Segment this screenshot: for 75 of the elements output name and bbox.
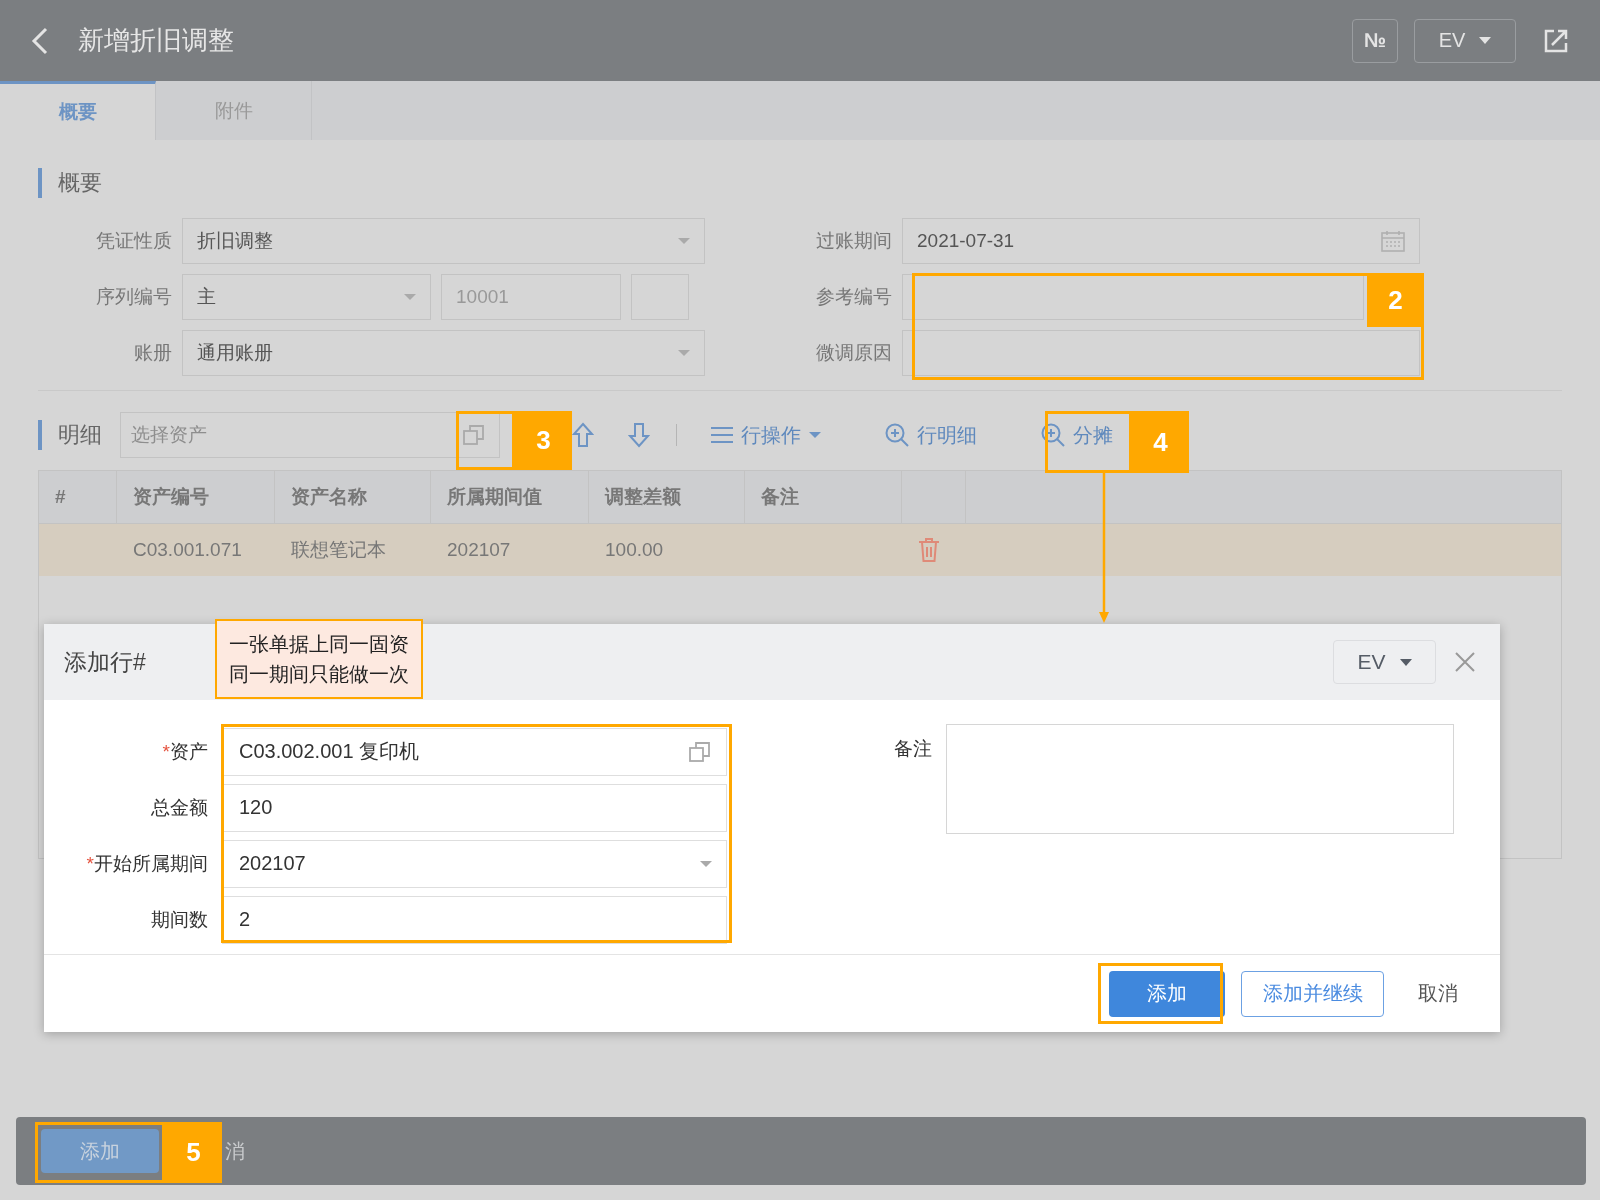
field-label: 账册 bbox=[133, 341, 172, 365]
arrow-up-icon[interactable] bbox=[572, 422, 594, 448]
column-header: 备注 bbox=[745, 471, 902, 523]
date-field[interactable]: 2021-07-31 bbox=[902, 218, 1420, 264]
field-label: 参考编号 bbox=[815, 285, 892, 309]
caret-icon bbox=[404, 294, 416, 300]
copy-icon[interactable] bbox=[688, 739, 712, 764]
column-header: 调整差额 bbox=[589, 471, 745, 523]
field-label: 过账期间 bbox=[815, 229, 892, 253]
calendar-icon[interactable] bbox=[1381, 230, 1405, 252]
column-header: 资产名称 bbox=[275, 471, 431, 523]
caret-icon bbox=[809, 432, 821, 438]
caret-icon bbox=[1479, 37, 1492, 44]
caret-icon bbox=[678, 350, 690, 356]
select-field[interactable]: 通用账册 bbox=[182, 330, 705, 376]
number-field: 10001 bbox=[441, 274, 621, 320]
row-actions-menu[interactable]: 行操作 bbox=[711, 421, 821, 449]
column-header: 所属期间值 bbox=[431, 471, 589, 523]
add-button[interactable]: 添加 bbox=[1109, 970, 1225, 1017]
section-heading: 概要 bbox=[38, 168, 102, 198]
number-button[interactable]: № bbox=[1352, 18, 1398, 63]
close-icon[interactable] bbox=[1454, 651, 1476, 673]
field-label: *资产 bbox=[161, 739, 208, 764]
table-cell-text: C03.001.071 bbox=[132, 538, 243, 562]
add-and-continue-button[interactable]: 添加并继续 bbox=[1241, 970, 1384, 1017]
field-label: *开始所属期间 bbox=[85, 851, 208, 876]
input-field[interactable]: C03.002.001 复印机 bbox=[222, 727, 727, 776]
note-field[interactable] bbox=[946, 724, 1454, 834]
input-field[interactable]: 120 bbox=[222, 783, 727, 832]
menu-icon bbox=[711, 426, 733, 444]
callout-number: 5 bbox=[165, 1122, 222, 1183]
callout-number: 2 bbox=[1367, 273, 1424, 327]
toolbar-button[interactable]: 分摊 bbox=[1041, 421, 1113, 449]
table-cell-text: 100.00 bbox=[604, 538, 665, 562]
input-field[interactable] bbox=[902, 274, 1364, 320]
select-field[interactable]: 主 bbox=[182, 274, 431, 320]
callout-number: 3 bbox=[515, 411, 572, 470]
asset-picker-field[interactable]: 选择资产 bbox=[120, 412, 500, 458]
toolbar-button[interactable]: 行明细 bbox=[885, 421, 977, 449]
annotation-note: 一张单据上同一固资同一期间只能做一次 bbox=[215, 619, 423, 699]
page-title: 新增折旧调整 bbox=[78, 24, 234, 57]
section-heading: 明细 bbox=[38, 420, 102, 450]
caret-icon bbox=[700, 860, 712, 867]
table-row[interactable]: C03.001.071 联想笔记本 202107 100.00 bbox=[39, 524, 1561, 576]
cancel-button[interactable]: 取消 bbox=[1412, 970, 1464, 1017]
zoom-in-icon bbox=[1041, 423, 1065, 447]
input-field[interactable]: 2 bbox=[222, 895, 727, 944]
input-field[interactable] bbox=[902, 330, 1420, 376]
select-field[interactable]: 折旧调整 bbox=[182, 218, 705, 264]
callout-number: 4 bbox=[1132, 411, 1189, 473]
language-dropdown[interactable]: EV bbox=[1414, 18, 1516, 63]
field-label: 总金额 bbox=[150, 795, 208, 820]
select-field[interactable]: 202107 bbox=[222, 839, 727, 888]
dialog-title: 添加行# bbox=[64, 647, 146, 677]
arrow-down-icon[interactable] bbox=[628, 422, 650, 448]
copy-icon[interactable] bbox=[462, 423, 486, 447]
field-label: 备注 bbox=[893, 737, 932, 761]
table-cell-text: 202107 bbox=[446, 538, 512, 562]
field-label: 凭证性质 bbox=[95, 229, 172, 253]
caret-icon bbox=[1399, 658, 1412, 666]
caret-icon bbox=[678, 238, 690, 244]
column-header: 资产编号 bbox=[117, 471, 275, 523]
back-icon[interactable] bbox=[30, 25, 50, 56]
delete-icon[interactable] bbox=[918, 537, 940, 563]
language-dropdown[interactable]: EV bbox=[1333, 640, 1436, 684]
table-cell-text: 联想笔记本 bbox=[290, 538, 387, 562]
field-label: 序列编号 bbox=[95, 285, 172, 309]
highlight-frame bbox=[456, 411, 515, 470]
tab[interactable]: 概要 bbox=[0, 81, 156, 140]
add-button[interactable]: 添加 bbox=[41, 1129, 159, 1173]
cancel-button[interactable]: 消 bbox=[225, 1129, 245, 1173]
field-label: 期间数 bbox=[150, 907, 208, 932]
field-label: 微调原因 bbox=[815, 341, 892, 365]
zoom-in-icon bbox=[885, 423, 909, 447]
column-header: # bbox=[39, 471, 117, 523]
